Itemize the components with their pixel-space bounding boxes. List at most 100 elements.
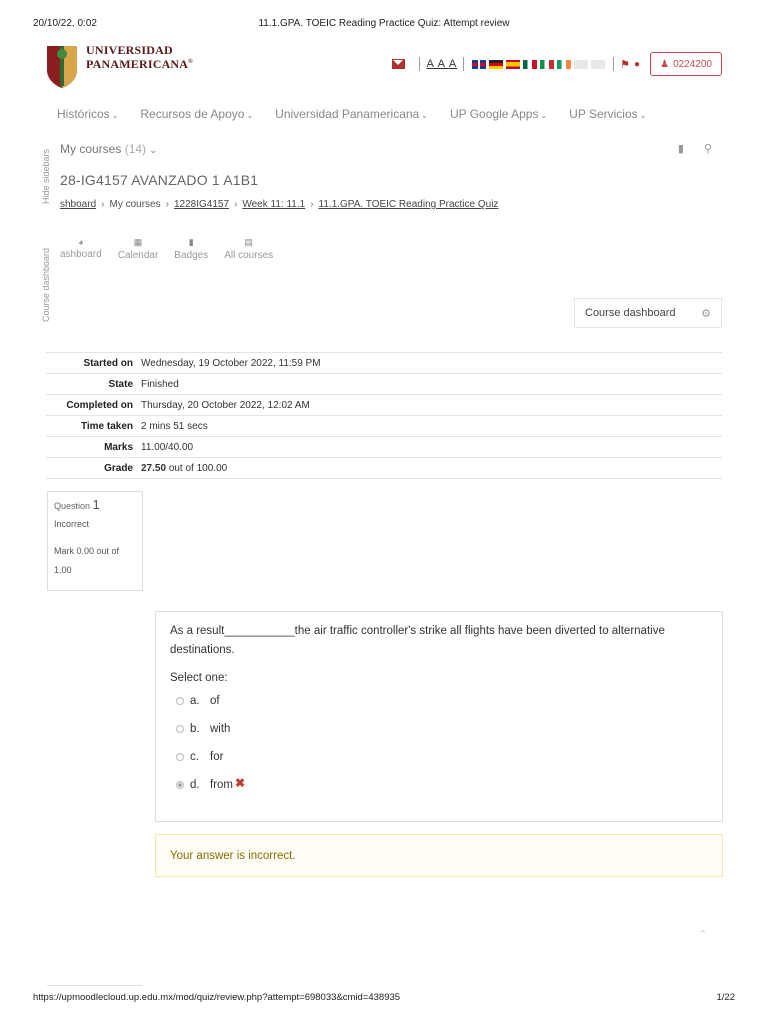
spain-flag-icon[interactable]: [506, 59, 521, 69]
breadcrumb-separator-icon: ›: [165, 199, 169, 210]
chevron-down-icon: ⌄: [421, 111, 428, 120]
breadcrumb-week[interactable]: Week 11: 11.1: [242, 199, 305, 210]
course-dashboard-label: Course dashboard: [585, 307, 676, 319]
summary-value: 27.50 out of 100.00: [141, 458, 722, 479]
answer-option-a[interactable]: a. of: [170, 687, 708, 715]
quicklink-label: All courses: [224, 250, 274, 261]
table-row: Grade 27.50 out of 100.00: [46, 457, 722, 479]
radio-button[interactable]: [176, 753, 184, 761]
summary-label: Grade: [104, 462, 133, 474]
option-letter: b.: [190, 723, 200, 735]
scroll-to-top-icon[interactable]: ⌃: [698, 928, 707, 941]
mexico-flag-icon[interactable]: [523, 59, 538, 69]
radio-button-checked[interactable]: [176, 781, 184, 789]
divider: [419, 57, 421, 71]
course-title: 28-IG4157 AVANZADO 1 A1B1: [60, 172, 259, 188]
incorrect-x-icon: ✖: [235, 776, 246, 790]
my-courses-label: My courses: [60, 142, 122, 156]
breadcrumb-separator-icon: ›: [234, 199, 238, 210]
answer-options: a. of b. with c. for d. from ✖: [170, 687, 708, 799]
search-icon[interactable]: ⚲: [704, 142, 712, 155]
nav-item-servicios[interactable]: UP Servicios ⌄: [569, 107, 646, 121]
nav-item-universidad[interactable]: Universidad Panamericana ⌄: [275, 107, 428, 121]
nav-item-historicos[interactable]: Históricos ⌄: [57, 107, 118, 121]
option-letter: d.: [190, 779, 200, 791]
summary-label: Marks: [104, 441, 133, 453]
nav-label: Universidad Panamericana: [275, 107, 420, 121]
my-courses-dropdown[interactable]: My courses (14) ⌄: [60, 142, 157, 156]
quicklink-dashboard[interactable]: ◕ ashboard: [60, 237, 102, 261]
radio-button[interactable]: [176, 697, 184, 705]
my-courses-count: (14): [124, 142, 147, 156]
language-flag-icon[interactable]: [591, 59, 606, 69]
breadcrumb-my-courses: My courses: [109, 199, 161, 210]
answer-option-d[interactable]: d. from ✖: [170, 771, 708, 799]
question-info: Question 1 Incorrect Mark 0.00 out of 1.…: [47, 491, 143, 591]
summary-label: Completed on: [66, 399, 133, 411]
option-text: of: [210, 695, 220, 707]
divider: [47, 985, 142, 986]
language-flag-icon[interactable]: [574, 59, 589, 69]
question-state: Incorrect: [54, 519, 90, 529]
chevron-down-icon: ⌄: [246, 111, 254, 120]
grade-value: 27.50: [141, 462, 167, 474]
print-title: 11.1.GPA. TOEIC Reading Practice Quiz: A…: [258, 18, 510, 29]
course-dashboard-toggle[interactable]: Course dashboard: [41, 248, 51, 322]
quick-links: ◕ ashboard ▦ Calendar ▮ Badges ▤ All cou…: [60, 237, 273, 261]
uk-flag-icon[interactable]: [472, 59, 487, 69]
answer-option-c[interactable]: c. for: [170, 743, 708, 771]
nav-label: Históricos: [57, 107, 110, 121]
quicklink-calendar[interactable]: ▦ Calendar: [118, 237, 159, 261]
nav-label: Recursos de Apoyo: [140, 107, 245, 121]
germany-flag-icon[interactable]: [489, 59, 504, 69]
chat-bubble-icon[interactable]: ●: [634, 59, 640, 70]
radio-button[interactable]: [176, 725, 184, 733]
course-dashboard-button[interactable]: Course dashboard ⚙: [574, 298, 722, 328]
print-footer: https://upmoodlecloud.up.edu.mx/mod/quiz…: [33, 992, 735, 1003]
university-logo[interactable]: UNIVERSIDAD PANAMERICANA®: [46, 44, 193, 88]
chevron-down-icon: ⌄: [149, 145, 157, 155]
nav-item-recursos[interactable]: Recursos de Apoyo ⌄: [140, 107, 253, 121]
bookmark-icon[interactable]: ▮: [678, 142, 684, 155]
quicklink-all-courses[interactable]: ▤ All courses: [224, 237, 273, 261]
option-text: from: [210, 779, 233, 791]
chevron-down-icon: ⌄: [111, 111, 119, 120]
answer-option-b[interactable]: b. with: [170, 715, 708, 743]
table-row: Completed on Thursday, 20 October 2022, …: [46, 394, 722, 416]
user-icon: ♟: [660, 58, 670, 70]
ireland-flag-icon[interactable]: [557, 59, 572, 69]
table-row: Marks 11.00/40.00: [46, 436, 722, 458]
logo-text: UNIVERSIDAD PANAMERICANA®: [86, 44, 193, 70]
summary-label: Time taken: [80, 420, 133, 432]
table-row: State Finished: [46, 373, 722, 395]
dashboard-icon: ◕: [78, 237, 84, 247]
user-menu-button[interactable]: ♟ 0224200: [650, 52, 722, 76]
breadcrumb-quiz[interactable]: 11.1.GPA. TOEIC Reading Practice Quiz: [319, 199, 499, 210]
quicklink-label: Badges: [174, 250, 209, 261]
option-letter: a.: [190, 695, 200, 707]
quicklink-label: ashboard: [60, 249, 102, 260]
question-mark: Mark 0.00 out of 1.00: [54, 546, 120, 575]
calendar-icon: ▦: [133, 237, 143, 247]
breadcrumb-course[interactable]: 1228IG4157: [174, 199, 229, 210]
summary-value: 11.00/40.00: [141, 441, 194, 453]
breadcrumb-dashboard[interactable]: shboard: [60, 199, 96, 210]
hide-sidebars-toggle[interactable]: Hide sidebars: [41, 149, 51, 204]
italy-flag-icon[interactable]: [540, 59, 555, 69]
mail-icon[interactable]: [392, 59, 406, 69]
notification-bell-icon[interactable]: ⚑: [620, 58, 630, 71]
chevron-down-icon: ⌄: [540, 111, 548, 120]
bookmark-icon: ▮: [188, 237, 194, 247]
option-text: with: [210, 723, 231, 735]
main-nav: Históricos ⌄ Recursos de Apoyo ⌄ Universid…: [57, 107, 646, 121]
question-content: As a result___________the air traffic co…: [155, 611, 723, 822]
nav-item-google-apps[interactable]: UP Google Apps ⌄: [450, 107, 547, 121]
select-one-label: Select one:: [170, 672, 228, 684]
quicklink-badges[interactable]: ▮ Badges: [174, 237, 208, 261]
book-icon: ▤: [244, 237, 253, 247]
table-row: Started on Wednesday, 19 October 2022, 1…: [46, 352, 722, 374]
breadcrumb-separator-icon: ›: [310, 199, 314, 210]
font-size-links[interactable]: A A A: [426, 58, 457, 70]
nav-label: UP Google Apps: [449, 107, 539, 121]
summary-label: State: [108, 378, 133, 390]
